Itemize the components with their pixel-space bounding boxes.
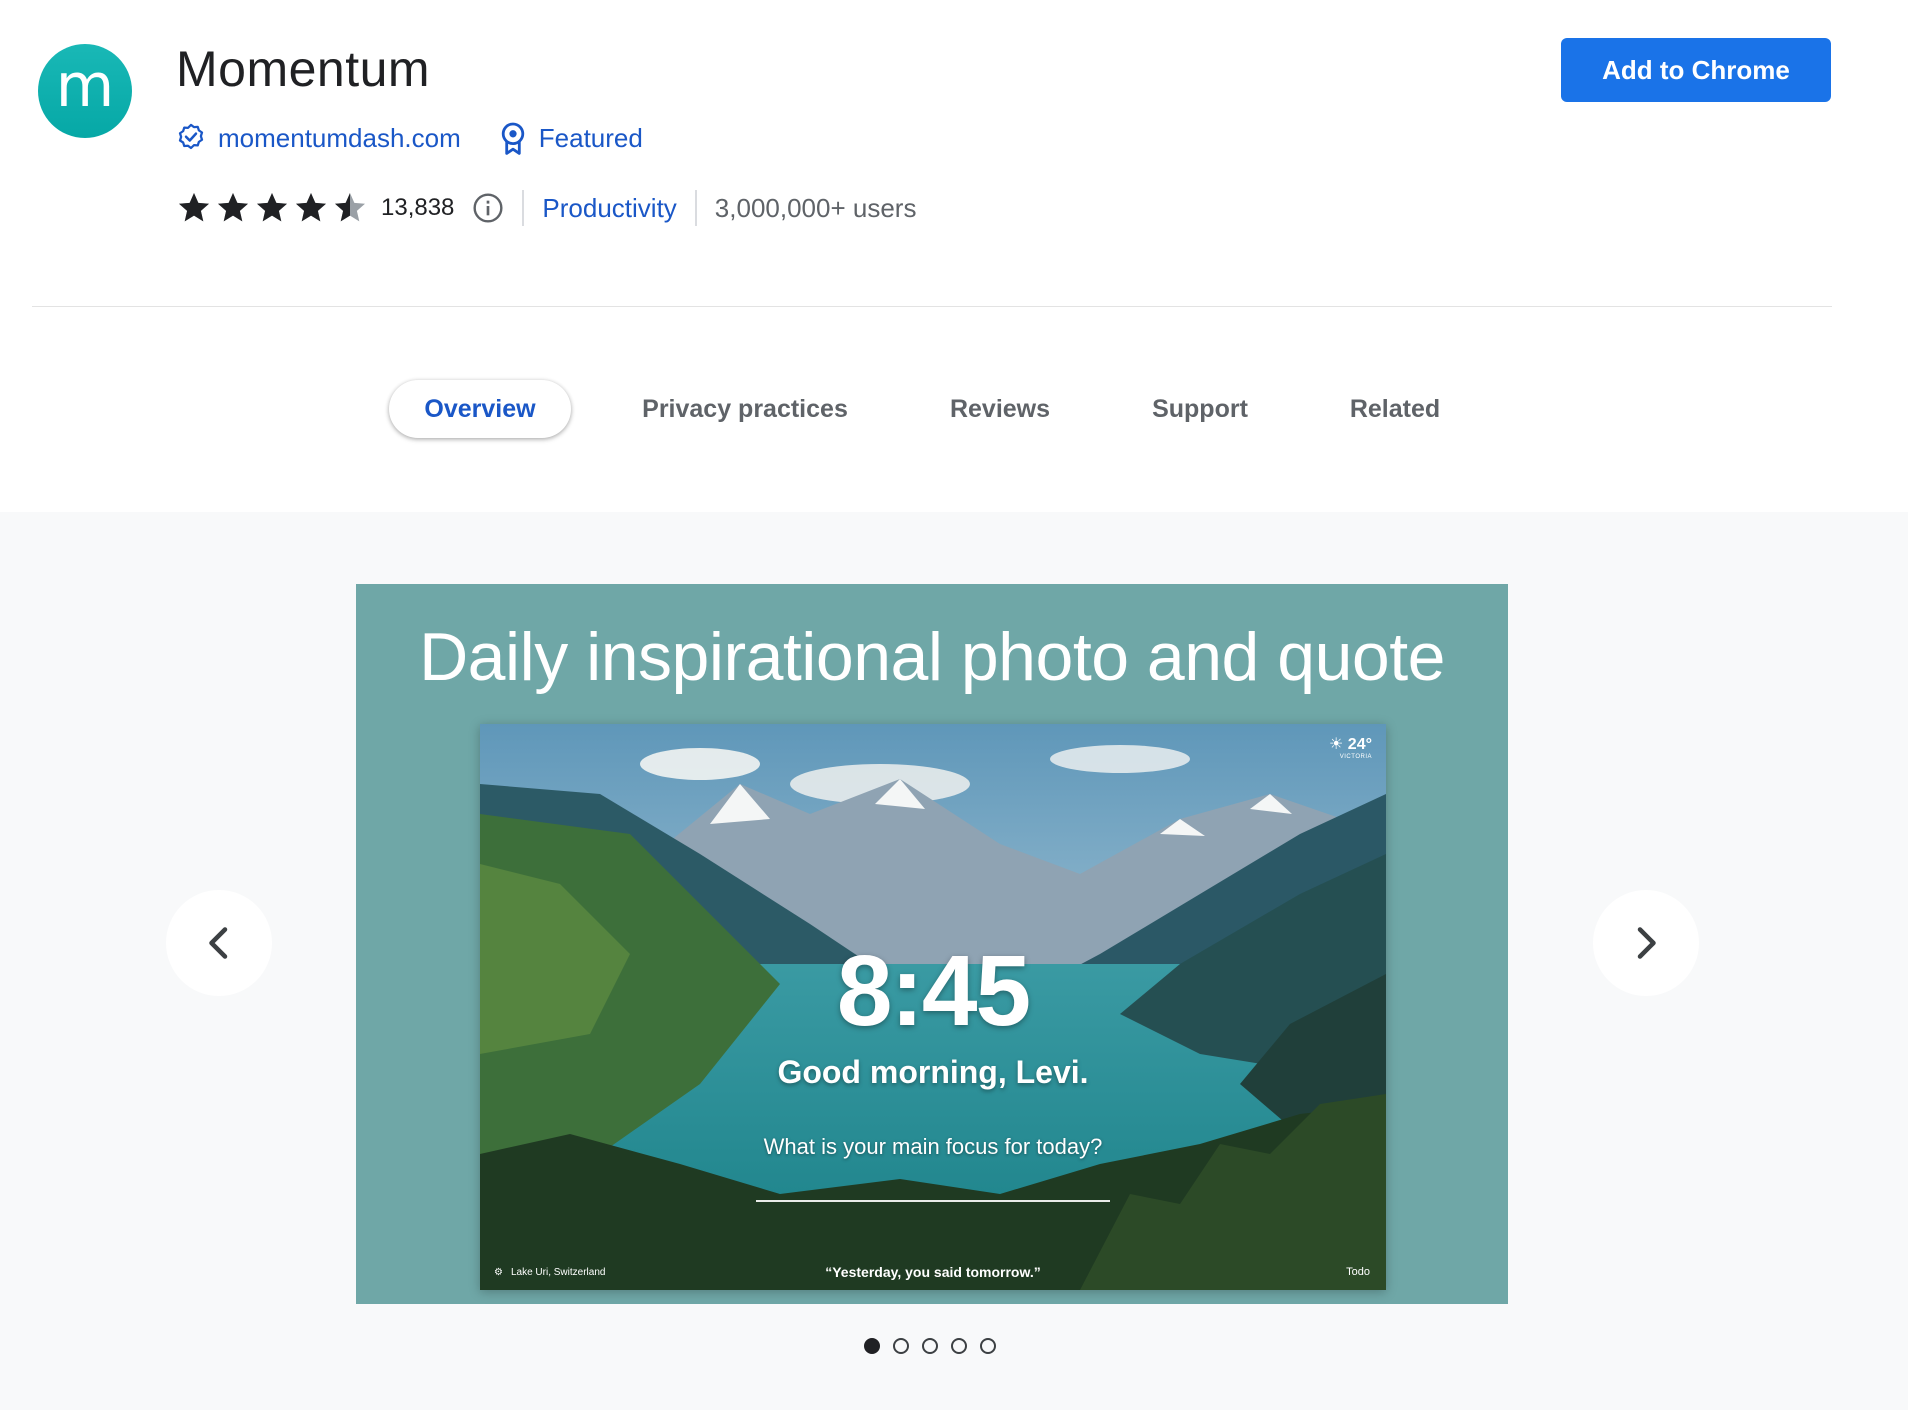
logo-letter: m (55, 51, 115, 121)
star-full-icon (215, 190, 254, 226)
publisher-row: momentumdash.com Featured (176, 120, 681, 156)
add-to-chrome-button[interactable]: Add to Chrome (1561, 38, 1831, 102)
extension-logo: m (38, 44, 132, 138)
slide-indicator-dot[interactable] (922, 1338, 938, 1354)
slide-indicator-dot[interactable] (951, 1338, 967, 1354)
slide-heading: Daily inspirational photo and quote (419, 619, 1445, 695)
website-label: momentumdash.com (218, 122, 461, 153)
daily-quote: “Yesterday, you said tomorrow.” (825, 1264, 1041, 1280)
tab-support[interactable]: Support (1135, 380, 1265, 438)
slide-indicator-dot[interactable] (980, 1338, 996, 1354)
sun-icon: ☀ (1329, 736, 1344, 753)
tab-related[interactable]: Related (1335, 380, 1455, 438)
separator (522, 190, 525, 226)
verified-badge-icon (178, 123, 204, 150)
user-count: 3,000,000+ users (714, 192, 917, 223)
website-link[interactable]: momentumdash.com (176, 123, 461, 154)
momentum-preview: ☀ 24° VICTORIA 8:45 Good morning, Levi. … (480, 724, 1386, 1290)
tab-overview[interactable]: Overview (389, 380, 571, 438)
weather-temp: 24° (1347, 736, 1372, 753)
featured-ribbon-icon (501, 122, 524, 155)
slide-indicator-dot[interactable] (893, 1338, 909, 1354)
next-slide-button[interactable] (1593, 890, 1699, 996)
tab-reviews[interactable]: Reviews (935, 380, 1065, 438)
header-divider (32, 306, 1832, 307)
info-icon[interactable] (472, 192, 504, 224)
extension-title: Momentum (176, 41, 431, 97)
featured-label: Featured (538, 122, 643, 153)
stats-row: 13,838 Productivity 3,000,000+ users (176, 188, 916, 228)
tab-bar: Overview Privacy practices Reviews Suppo… (0, 380, 1908, 440)
separator (694, 190, 697, 226)
category-link[interactable]: Productivity (542, 193, 676, 224)
star-full-icon (176, 190, 215, 226)
tab-privacy-practices[interactable]: Privacy practices (630, 380, 860, 438)
rating-count[interactable]: 13,838 (381, 194, 454, 222)
star-half-icon (332, 190, 371, 226)
star-full-icon (254, 190, 293, 226)
weather-widget[interactable]: ☀ 24° VICTORIA (1329, 734, 1372, 760)
star-rating[interactable] (176, 190, 371, 226)
weather-location: VICTORIA (1339, 754, 1372, 760)
clock-display: 8:45 (836, 935, 1031, 1047)
slide-indicator-dot[interactable] (864, 1338, 880, 1354)
slide-indicators (864, 1338, 1009, 1354)
chevron-right-icon (1637, 927, 1656, 959)
gallery-slide: Daily inspirational photo and quote ☀ 24… (356, 584, 1508, 1304)
previous-slide-button[interactable] (166, 890, 272, 996)
extension-header: m Momentum momentumdash.com Featured 13,… (0, 0, 1908, 512)
focus-prompt: What is your main focus for today? (763, 1134, 1103, 1159)
greeting-text: Good morning, Levi. (777, 1054, 1089, 1090)
chevron-left-icon (209, 927, 228, 959)
focus-input-line (756, 1200, 1110, 1202)
featured-badge[interactable]: Featured (499, 121, 643, 155)
star-full-icon (293, 190, 332, 226)
todo-link: Todo (1346, 1266, 1370, 1278)
